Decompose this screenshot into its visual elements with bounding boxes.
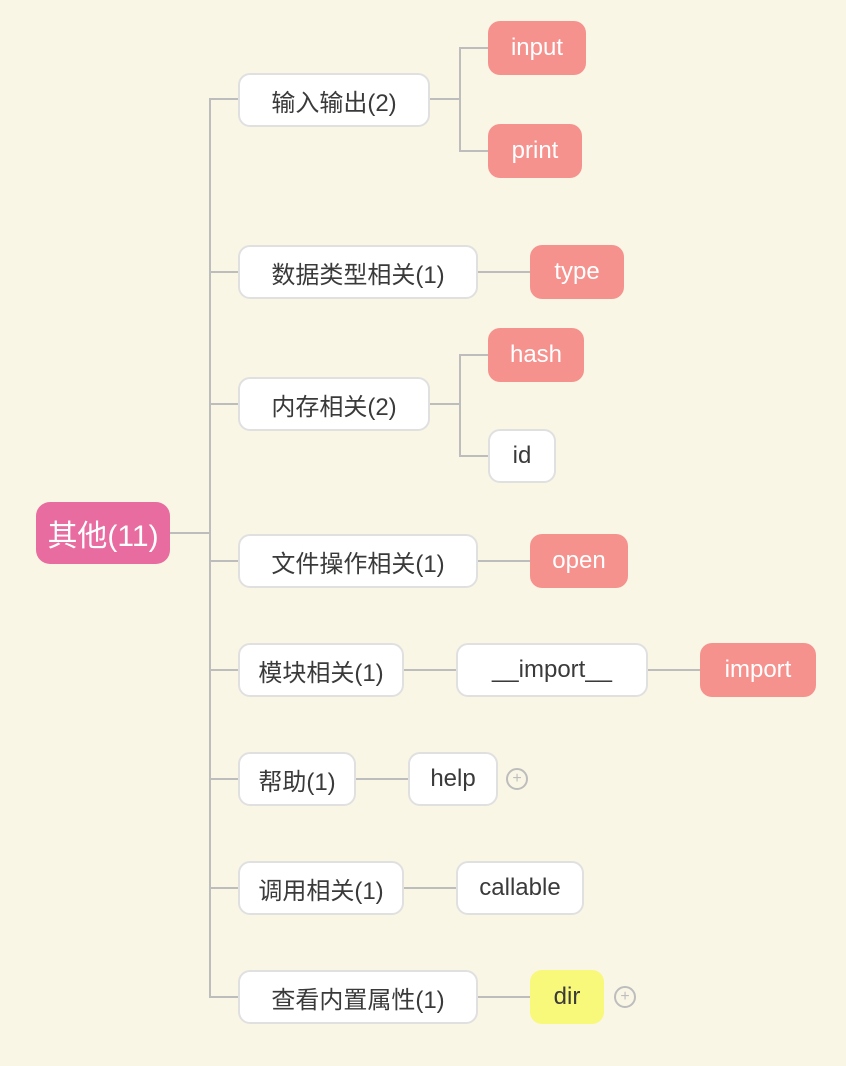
leaf-type[interactable]: type	[530, 245, 624, 299]
leaf-id[interactable]: id	[488, 429, 556, 483]
leaf-help-label: help	[430, 765, 475, 793]
branch-io[interactable]: 输入输出(2)	[238, 73, 430, 127]
leaf-id-label: id	[513, 442, 532, 470]
leaf-input[interactable]: input	[488, 21, 586, 75]
leaf-callable-label: callable	[479, 874, 560, 902]
leaf-print-label: print	[512, 137, 559, 165]
leaf-import-label: import	[725, 656, 792, 684]
root-node[interactable]: 其他(11)	[36, 502, 170, 564]
expand-icon-help[interactable]: +	[506, 768, 528, 790]
leaf-help[interactable]: help	[408, 752, 498, 806]
expand-icon-dir[interactable]: +	[614, 986, 636, 1008]
leaf-type-label: type	[554, 258, 599, 286]
expand-icon-glyph: +	[620, 989, 629, 1005]
branch-help[interactable]: 帮助(1)	[238, 752, 356, 806]
leaf-hash-label: hash	[510, 341, 562, 369]
leaf-dunder-import-label: __import__	[492, 656, 612, 684]
branch-module[interactable]: 模块相关(1)	[238, 643, 404, 697]
branch-call[interactable]: 调用相关(1)	[238, 861, 404, 915]
branch-io-label: 输入输出(2)	[271, 83, 396, 118]
leaf-callable[interactable]: callable	[456, 861, 584, 915]
leaf-dunder-import[interactable]: __import__	[456, 643, 648, 697]
root-label: 其他(11)	[47, 511, 158, 555]
leaf-dir[interactable]: dir	[530, 970, 604, 1024]
mindmap-canvas: 其他(11) 输入输出(2) input print 数据类型相关(1) typ…	[0, 0, 846, 1066]
leaf-dir-label: dir	[554, 983, 581, 1011]
branch-memory-label: 内存相关(2)	[271, 387, 396, 422]
branch-module-label: 模块相关(1)	[258, 653, 383, 688]
leaf-import[interactable]: import	[700, 643, 816, 697]
branch-attr[interactable]: 查看内置属性(1)	[238, 970, 478, 1024]
branch-call-label: 调用相关(1)	[258, 871, 383, 906]
branch-file-label: 文件操作相关(1)	[271, 544, 444, 579]
expand-icon-glyph: +	[512, 771, 521, 787]
branch-attr-label: 查看内置属性(1)	[271, 980, 444, 1015]
leaf-print[interactable]: print	[488, 124, 582, 178]
branch-type[interactable]: 数据类型相关(1)	[238, 245, 478, 299]
leaf-input-label: input	[511, 34, 563, 62]
branch-memory[interactable]: 内存相关(2)	[238, 377, 430, 431]
leaf-open[interactable]: open	[530, 534, 628, 588]
leaf-hash[interactable]: hash	[488, 328, 584, 382]
branch-type-label: 数据类型相关(1)	[271, 255, 444, 290]
branch-help-label: 帮助(1)	[258, 762, 335, 797]
branch-file[interactable]: 文件操作相关(1)	[238, 534, 478, 588]
leaf-open-label: open	[552, 547, 605, 575]
